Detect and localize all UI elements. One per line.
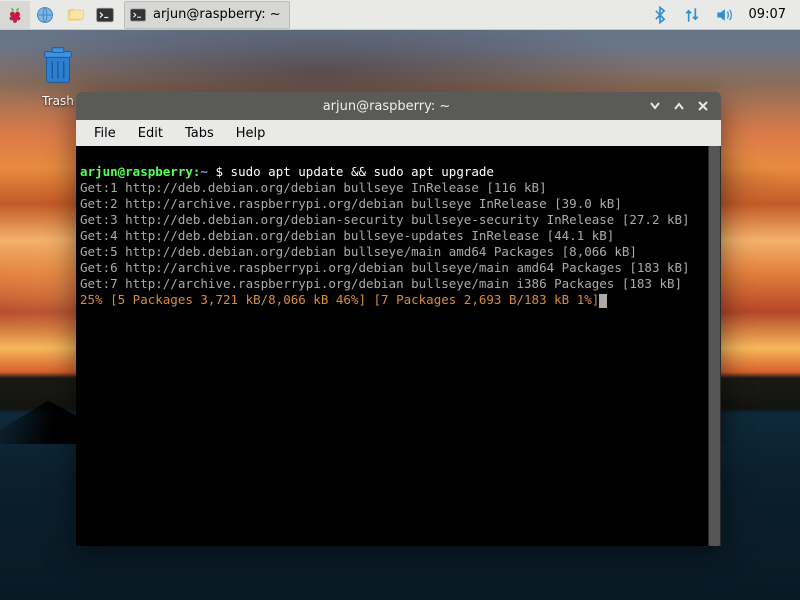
taskbar-item-label: arjun@raspberry: ~ xyxy=(153,7,281,22)
window-buttons xyxy=(637,98,721,114)
close-button[interactable] xyxy=(695,98,711,114)
terminal-line: Get:3 http://deb.debian.org/debian-secur… xyxy=(80,212,690,227)
menu-file[interactable]: File xyxy=(84,123,126,144)
bluetooth-icon[interactable] xyxy=(649,4,671,26)
terminal-line: Get:5 http://deb.debian.org/debian bulls… xyxy=(80,244,637,259)
terminal-cursor xyxy=(599,294,607,308)
prompt-cwd: ~ xyxy=(200,164,208,179)
panel-launchers: arjun@raspberry: ~ xyxy=(0,0,290,29)
panel-tray: 09:07 xyxy=(649,4,800,26)
terminal-line: Get:2 http://archive.raspberrypi.org/deb… xyxy=(80,196,622,211)
window-menubar: File Edit Tabs Help xyxy=(76,120,721,146)
maximize-button[interactable] xyxy=(671,98,687,114)
progress-line: 25% [5 Packages 3,721 kB/8,066 kB 46%] [… xyxy=(80,292,599,307)
web-browser-icon[interactable] xyxy=(30,1,60,29)
menu-raspberry-icon[interactable] xyxy=(0,1,30,29)
terminal-window: arjun@raspberry: ~ File Edit Tabs Help a… xyxy=(76,92,721,546)
terminal-scrollbar[interactable] xyxy=(708,146,721,546)
scrollbar-thumb[interactable] xyxy=(709,146,720,546)
terminal-launcher-icon[interactable] xyxy=(90,1,120,29)
file-manager-icon[interactable] xyxy=(60,1,90,29)
window-title: arjun@raspberry: ~ xyxy=(136,99,637,114)
top-panel: arjun@raspberry: ~ 09:07 xyxy=(0,0,800,30)
taskbar-item-terminal[interactable]: arjun@raspberry: ~ xyxy=(124,1,290,29)
terminal-line: Get:6 http://archive.raspberrypi.org/deb… xyxy=(80,260,690,275)
menu-edit[interactable]: Edit xyxy=(128,123,173,144)
volume-icon[interactable] xyxy=(713,4,735,26)
terminal-line: Get:4 http://deb.debian.org/debian bulls… xyxy=(80,228,614,243)
window-titlebar[interactable]: arjun@raspberry: ~ xyxy=(76,92,721,120)
minimize-button[interactable] xyxy=(647,98,663,114)
terminal-body[interactable]: arjun@raspberry:~ $ sudo apt update && s… xyxy=(76,146,721,546)
menu-tabs[interactable]: Tabs xyxy=(175,123,224,144)
terminal-line: Get:1 http://deb.debian.org/debian bulls… xyxy=(80,180,547,195)
trash-icon xyxy=(35,77,81,92)
command-text: sudo apt update && sudo apt upgrade xyxy=(231,164,494,179)
network-updown-icon[interactable] xyxy=(681,4,703,26)
prompt-symbol: $ xyxy=(215,164,223,179)
terminal-line: Get:7 http://archive.raspberrypi.org/deb… xyxy=(80,276,682,291)
prompt-user-host: arjun@raspberry: xyxy=(80,164,200,179)
menu-help[interactable]: Help xyxy=(226,123,276,144)
panel-clock[interactable]: 09:07 xyxy=(745,7,790,22)
terminal-icon xyxy=(129,6,147,24)
